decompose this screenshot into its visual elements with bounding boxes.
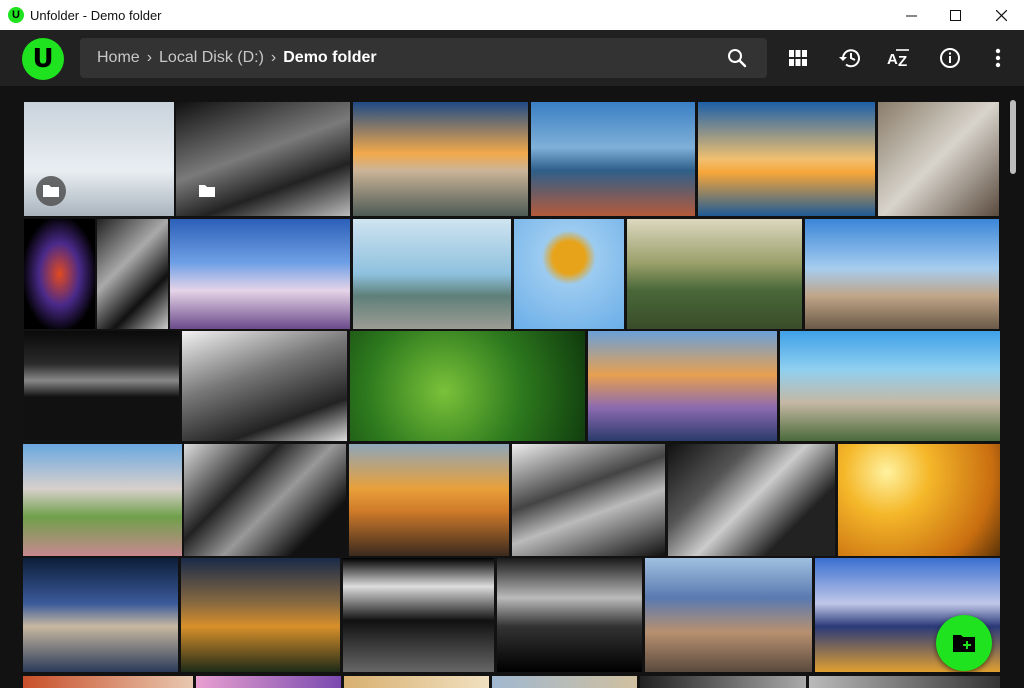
scrollbar[interactable] [1010, 100, 1016, 174]
photo-thumbnail[interactable] [668, 444, 835, 556]
photo-thumbnail[interactable] [497, 558, 642, 672]
photo-thumbnail[interactable] [588, 331, 777, 441]
photo-thumbnail[interactable] [181, 558, 340, 672]
photo-thumbnail[interactable] [531, 102, 695, 216]
photo-thumbnail[interactable] [350, 331, 585, 441]
minimize-button[interactable] [888, 0, 934, 30]
history-icon[interactable] [835, 44, 863, 72]
create-folder-button[interactable] [936, 615, 992, 671]
photo-thumbnail[interactable] [24, 331, 179, 441]
photo-thumbnail[interactable] [97, 219, 168, 329]
create-folder-icon [953, 635, 975, 652]
chevron-right-icon: › [146, 49, 153, 66]
photo-thumbnail[interactable] [24, 219, 95, 329]
photo-thumbnail[interactable] [23, 444, 182, 556]
maximize-button[interactable] [932, 0, 978, 30]
photo-thumbnail[interactable] [805, 219, 999, 329]
photo-thumbnail[interactable] [23, 558, 178, 672]
search-icon[interactable] [727, 48, 747, 68]
photo-thumbnail[interactable] [344, 676, 489, 688]
photo-thumbnail[interactable] [645, 558, 812, 672]
breadcrumb-home[interactable]: Home [97, 49, 140, 67]
window-titlebar: U Unfolder - Demo folder [0, 0, 1024, 30]
photo-thumbnail[interactable] [184, 444, 346, 556]
folder-icon [36, 176, 66, 206]
more-vert-icon[interactable] [984, 44, 1012, 72]
photo-thumbnail[interactable] [196, 676, 341, 688]
photo-thumbnail[interactable] [838, 444, 1000, 556]
photo-thumbnail[interactable] [780, 331, 1000, 441]
photo-thumbnail[interactable] [353, 219, 511, 329]
app-small-logo-icon: U [8, 7, 24, 23]
folder-icon [192, 176, 222, 206]
svg-text:A: A [887, 51, 898, 68]
sort-az-icon[interactable]: A Z [885, 44, 913, 72]
breadcrumb[interactable]: Home › Local Disk (D:) › Demo folder [80, 38, 767, 78]
svg-text:Z: Z [898, 53, 907, 69]
photo-thumbnail[interactable] [640, 676, 806, 688]
photo-thumbnail[interactable] [349, 444, 509, 556]
photo-thumbnail[interactable] [878, 102, 999, 216]
chevron-right-icon: › [270, 49, 277, 66]
photo-thumbnail[interactable] [627, 219, 802, 329]
photo-thumbnail[interactable] [170, 219, 350, 329]
info-icon[interactable] [936, 44, 964, 72]
folder-tile[interactable] [24, 102, 174, 216]
breadcrumb-current-folder[interactable]: Demo folder [283, 49, 376, 67]
photo-gallery[interactable] [0, 86, 1024, 688]
photo-thumbnail[interactable] [809, 676, 1000, 688]
photo-thumbnail[interactable] [343, 558, 494, 672]
photo-thumbnail[interactable] [492, 676, 637, 688]
folder-tile[interactable] [176, 102, 350, 216]
grid-view-icon[interactable] [784, 44, 812, 72]
app-logo[interactable]: U [22, 38, 64, 80]
photo-thumbnail[interactable] [698, 102, 875, 216]
window-title: Unfolder - Demo folder [30, 8, 162, 23]
close-button[interactable] [978, 0, 1024, 30]
app-toolbar: U Home › Local Disk (D:) › Demo folder A… [0, 30, 1024, 86]
photo-thumbnail[interactable] [182, 331, 347, 441]
photo-thumbnail[interactable] [512, 444, 665, 556]
photo-thumbnail[interactable] [23, 676, 193, 688]
breadcrumb-local-disk[interactable]: Local Disk (D:) [159, 49, 264, 67]
photo-thumbnail[interactable] [353, 102, 528, 216]
photo-thumbnail[interactable] [514, 219, 624, 329]
